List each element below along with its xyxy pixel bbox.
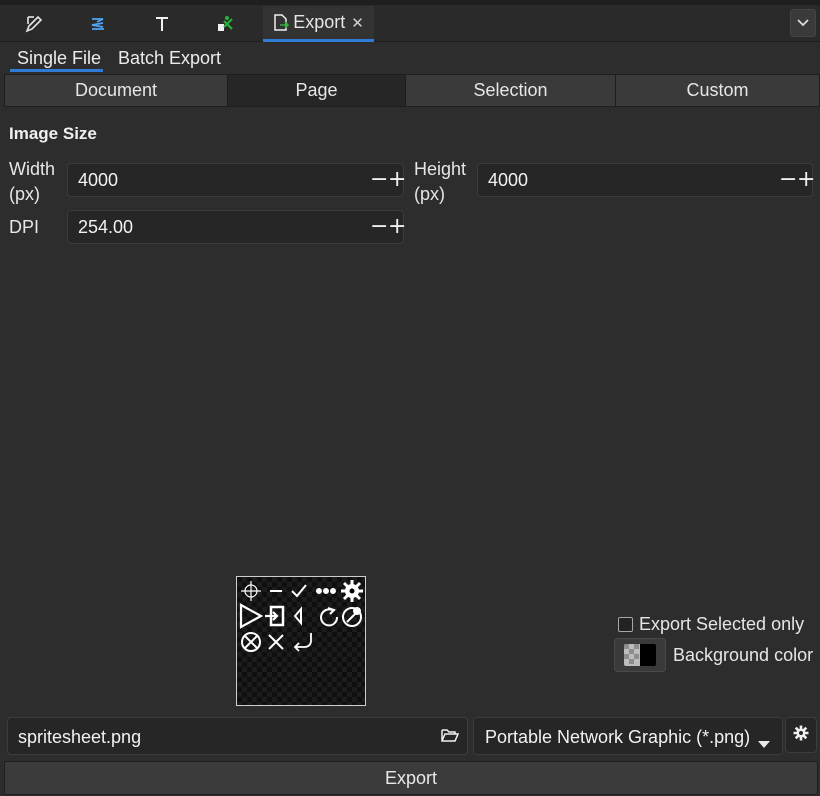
chevron-down-icon <box>796 13 810 33</box>
filename-value: spritesheet.png <box>18 727 142 747</box>
dock-tab-edit[interactable] <box>14 6 54 42</box>
file-format-value: Portable Network Graphic (*.png) <box>485 727 751 747</box>
close-icon[interactable]: ✕ <box>351 14 364 32</box>
height-label: Height (px) <box>414 159 467 204</box>
dock-tab-export[interactable]: Export ✕ <box>263 6 374 42</box>
background-color-button[interactable] <box>614 638 666 672</box>
height-increment-button[interactable]: + <box>797 166 815 194</box>
image-size-heading: Image Size <box>9 124 97 143</box>
export-selected-only-label: Export Selected only <box>639 614 805 634</box>
pencil-edit-icon <box>25 15 43 33</box>
height-decrement-button[interactable]: − <box>779 166 797 194</box>
dock-tab-text[interactable] <box>142 6 182 42</box>
tab-batch-export[interactable]: Batch Export <box>118 46 221 72</box>
scope-document-button[interactable]: Document <box>5 75 228 106</box>
dpi-increment-button[interactable]: + <box>388 213 406 241</box>
scope-page-button[interactable]: Page <box>228 75 406 106</box>
width-label: Width (px) <box>9 159 56 204</box>
height-value: 4000 <box>488 170 529 190</box>
dock-tab-layers[interactable] <box>78 6 118 42</box>
transparency-swatch-icon <box>624 644 656 666</box>
dpi-value: 254.00 <box>78 217 134 237</box>
width-decrement-button[interactable]: − <box>370 166 388 194</box>
background-color-label: Background color <box>673 645 814 665</box>
export-preview-thumbnail <box>236 576 366 706</box>
gear-icon <box>793 725 809 746</box>
dock-tab-clip[interactable] <box>206 6 246 42</box>
export-settings-button[interactable] <box>785 717 817 753</box>
dropdown-caret-icon <box>758 733 770 753</box>
dpi-field[interactable]: 254.00 − + <box>67 210 406 244</box>
folder-open-icon[interactable] <box>441 727 460 748</box>
width-increment-button[interactable]: + <box>388 166 406 194</box>
scope-selection-button[interactable]: Selection <box>406 75 616 106</box>
file-format-dropdown[interactable]: Portable Network Graphic (*.png) <box>473 717 783 755</box>
dpi-decrement-button[interactable]: − <box>370 213 388 241</box>
filename-field[interactable]: spritesheet.png <box>7 717 468 755</box>
dock-menu-button[interactable] <box>790 9 816 37</box>
width-value: 4000 <box>78 170 119 190</box>
text-tool-icon <box>153 15 171 33</box>
scope-custom-button[interactable]: Custom <box>616 75 819 106</box>
height-field[interactable]: 4000 − + <box>477 163 815 197</box>
width-field[interactable]: 4000 − + <box>67 163 406 197</box>
export-tab-label: Export <box>293 12 346 32</box>
dpi-label: DPI <box>9 217 40 237</box>
export-mode-tabs: Single File Batch Export <box>0 44 820 72</box>
layers-icon <box>89 15 107 33</box>
tab-single-file[interactable]: Single File <box>10 46 103 72</box>
scissors-icon <box>216 15 236 33</box>
export-selected-only-checkbox[interactable] <box>618 617 633 632</box>
export-selected-only-option[interactable]: Export Selected only <box>618 614 804 635</box>
export-button[interactable]: Export <box>4 761 818 795</box>
export-document-icon <box>273 13 290 32</box>
dock-tab-bar: Export ✕ <box>0 0 820 42</box>
export-scope-selector: Document Page Selection Custom <box>4 74 820 107</box>
